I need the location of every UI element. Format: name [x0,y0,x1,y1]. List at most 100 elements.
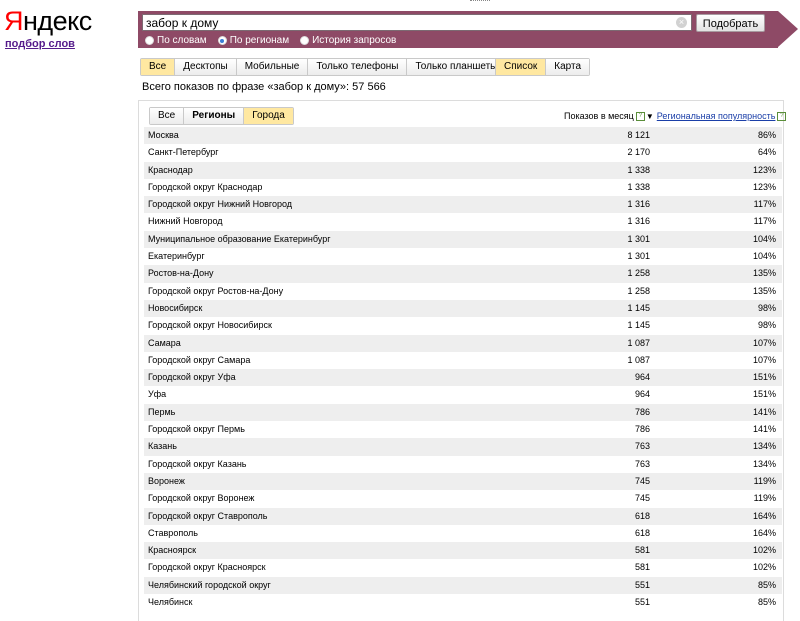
region-tab-1[interactable]: Регионы [183,108,244,124]
device-tab-3[interactable]: Только телефоны [307,59,407,75]
submit-button[interactable]: Подобрать [696,14,765,32]
region-name: Городской округ Казань [148,458,247,469]
popularity-value: 135% [752,268,776,279]
popularity-value: 102% [752,545,776,556]
logo-ya: Я [4,6,24,36]
shows-count: 1 338 [627,181,650,192]
device-tabs: Все Десктопы Мобильные Только телефоны Тольк… [140,58,507,76]
region-tab-0[interactable]: Все [150,108,184,124]
view-tab-1[interactable]: Карта [545,59,590,75]
top-scroll-mark [470,0,490,2]
table-row: Воронеж 745 119% [144,472,782,491]
table-row: Санкт-Петербург 2 170 64% [144,144,782,161]
table-row: Нижний Новгород 1 316 117% [144,213,782,230]
shows-count: 551 [634,579,650,590]
popularity-value: 85% [757,597,776,608]
shows-count: 1 301 [627,233,650,244]
search-mode-option[interactable]: По словам [145,35,207,46]
help-icon[interactable]: ? [635,111,645,121]
shows-count: 786 [634,406,650,417]
radio-icon[interactable] [217,36,227,45]
shows-count: 1 316 [627,216,650,227]
region-tabs: Все Регионы Города [149,107,294,125]
popularity-value: 98% [757,302,776,313]
region-tab-2[interactable]: Города [243,108,293,124]
region-name: Москва [148,130,179,140]
region-name: Городской округ Самара [148,354,251,365]
table-row: Городской округ Красноярск 581 102% [144,559,782,576]
radio-icon[interactable] [300,36,310,45]
view-tab-0[interactable]: Список [496,59,546,75]
popularity-value: 151% [752,372,776,383]
search-mode-option[interactable]: По регионам [217,35,289,46]
table-row: Ставрополь 618 164% [144,525,782,542]
wordstat-link[interactable]: подбор слов [5,38,75,50]
region-name: Городской округ Воронеж [148,493,255,504]
region-name: Екатеринбург [148,251,205,262]
shows-count: 551 [634,597,650,608]
popularity-header-link[interactable]: Региональная популярность [657,111,776,121]
device-tab-4[interactable]: Только планшеты [406,59,506,75]
search-input[interactable]: забор к дому [142,14,692,31]
table-row: Городской округ Ростов-на-Дону 1 258 135% [144,283,782,300]
help-icon[interactable]: ? [777,111,787,121]
view-tabs: Список Карта [495,58,591,76]
region-name: Челябинск [148,597,193,608]
shows-count: 786 [634,424,650,435]
shows-count: 581 [634,562,650,573]
shows-count: 618 [634,527,650,538]
search-mode-option[interactable]: История запросов [300,35,396,46]
popularity-value: 85% [757,579,776,590]
shows-count: 618 [634,510,650,521]
popularity-value: 107% [752,354,776,365]
region-name: Воронеж [148,475,185,486]
region-name: Нижний Новгород [148,216,223,227]
table-row: Городской округ Ставрополь 618 164% [144,507,782,525]
region-name: Городской округ Нижний Новгород [148,199,293,210]
clear-icon[interactable]: × [676,17,687,28]
search-mode-radios: По словам По регионам История запросов [145,35,407,46]
popularity-value: 107% [752,337,776,348]
table-row: Городской округ Пермь 786 141% [144,421,782,438]
shows-count: 745 [634,493,650,504]
table-row: Муниципальное образование Екатеринбург 1 … [144,230,782,249]
region-name: Уфа [148,389,167,400]
shows-count: 2 170 [627,147,650,158]
shows-count: 1 145 [627,320,650,331]
device-tab-1[interactable]: Десктопы [174,59,236,75]
region-name: Городской округ Краснодар [148,181,263,192]
table-row: Городской округ Нижний Новгород 1 316 117% [144,196,782,214]
device-tab-0[interactable]: Все [141,59,175,75]
shows-count: 1 258 [627,268,650,279]
table-row: Городской округ Уфа 964 151% [144,369,782,387]
shows-count: 8 121 [627,130,650,140]
table-row: Ростов-на-Дону 1 258 135% [144,265,782,283]
search-band-arrow [778,11,798,47]
shows-header: Показов в месяц [564,111,634,121]
shows-count: 763 [634,458,650,469]
popularity-value: 119% [753,493,776,504]
region-name: Самара [148,337,181,348]
region-name: Казань [148,441,177,452]
region-name: Городской округ Красноярск [148,562,266,573]
sort-down-icon[interactable]: ▼ [646,112,654,121]
region-name: Муниципальное образование Екатеринбург [148,233,331,244]
table-row: Городской округ Казань 763 134% [144,456,782,473]
shows-count: 1 145 [627,302,650,313]
table-row: Самара 1 087 107% [144,334,782,352]
shows-count: 1 338 [627,164,650,175]
total-shows: Всего показов по фразе «забор к дому»: 5… [142,81,386,93]
table-row: Городской округ Краснодар 1 338 123% [144,179,782,196]
table-row: Новосибирск 1 145 98% [144,299,782,318]
shows-count: 1 087 [627,354,650,365]
popularity-value: 104% [752,251,776,262]
table-row: Красноярск 581 102% [144,542,782,560]
table-row: Челябинский городской округ 551 85% [144,576,782,595]
popularity-value: 134% [752,441,776,452]
radio-icon[interactable] [145,36,154,45]
region-name: Городской округ Новосибирск [148,320,272,331]
table-row: Москва 8 121 86% [144,127,782,145]
popularity-value: 151% [752,389,776,400]
device-tab-2[interactable]: Мобильные [235,59,308,75]
yandex-logo[interactable]: Яндекс [4,6,92,36]
